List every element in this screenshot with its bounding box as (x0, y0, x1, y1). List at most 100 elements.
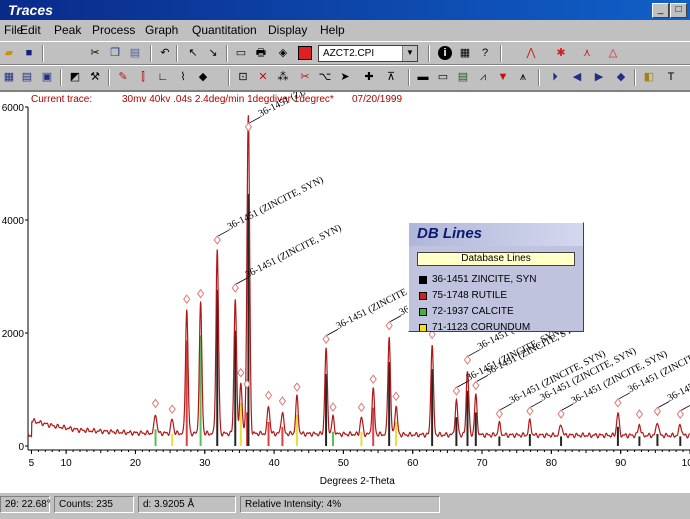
menu-process[interactable]: Process (92, 23, 135, 37)
toolbar-separator (428, 45, 430, 62)
y-tick-label: 6000 (2, 103, 25, 114)
undo-icon[interactable]: ↶ (158, 46, 172, 60)
y-tick-label: 4000 (2, 216, 25, 227)
x-axis-label: Degrees 2-Theta (320, 476, 395, 487)
status-relative-intensity: Relative Intensity: 4% (240, 496, 440, 513)
database-lines-button[interactable]: Database Lines (417, 252, 575, 266)
text-icon[interactable]: T (664, 70, 678, 84)
peak-marker (278, 396, 287, 406)
db-line-label: 71-1123 CORUNDUM (432, 322, 531, 332)
eraser-icon[interactable]: ◈ (276, 46, 290, 60)
peak-marker (293, 382, 301, 392)
menu-help[interactable]: Help (320, 23, 345, 37)
printer-icon[interactable]: ▬ (416, 70, 430, 84)
page-icon[interactable]: ▣ (40, 70, 54, 84)
print-icon[interactable]: 🖶 (254, 46, 268, 60)
db-lines-title: DB Lines (417, 225, 483, 242)
peak-marker (614, 397, 622, 408)
plot-area[interactable]: Current trace: 30mv 40kv .04s 2.4deg/min… (0, 91, 690, 492)
menu-graph[interactable]: Graph (145, 23, 178, 37)
peak-icon-1[interactable]: ⋀ (524, 46, 538, 60)
db-line-label: 75-1748 RUTILE (432, 290, 508, 301)
info-icon[interactable]: i (438, 46, 452, 60)
peak-marker (392, 391, 400, 402)
book-icon[interactable]: ◧ (642, 70, 656, 84)
box-icon[interactable]: ⊡ (236, 70, 250, 84)
menu-edit[interactable]: Edit (20, 23, 41, 37)
table-icon[interactable]: ▤ (20, 70, 34, 84)
trace-file-combo[interactable]: AZCT2.CPI ▼ (318, 45, 418, 62)
copy-icon[interactable]: ❐ (108, 46, 122, 60)
y-tick-label: 0 (18, 442, 24, 453)
step-icon-4[interactable]: ◆ (614, 70, 628, 84)
step-icon-3[interactable]: ▶ (592, 70, 606, 84)
toolbar-separator (108, 69, 110, 86)
wand-icon[interactable]: ⚒ (88, 70, 102, 84)
save-icon[interactable]: ■ (22, 46, 36, 60)
x-tick-label: 90 (615, 458, 627, 469)
axis-icon[interactable]: ∟ (156, 70, 170, 84)
open-icon[interactable]: ▰ (2, 46, 16, 60)
color-icon[interactable] (298, 46, 312, 60)
step-icon-1[interactable]: ⏵ (548, 70, 562, 84)
settings-icon[interactable]: ▦ (458, 46, 472, 60)
toolbar-main: ▰ ■ ✂ ❐ ▤ ↶ ↖ ↘ ▭ 🖶 ◈ AZCT2.CPI ▼ i ▦ ? … (0, 41, 690, 65)
chevron-down-icon[interactable]: ▼ (402, 46, 417, 61)
minimize-button[interactable]: _ (652, 3, 669, 18)
arrow-icon[interactable]: ➤ (338, 70, 352, 84)
marker-icon[interactable]: ◆ (196, 70, 210, 84)
status-bar: 2θ: 22.68° Counts: 235 d: 3.9205 Å Relat… (0, 492, 690, 519)
x-tick-label: 50 (338, 458, 350, 469)
line-icon[interactable]: ⌇ (176, 70, 190, 84)
delete-x-icon[interactable]: ✕ (256, 70, 270, 84)
grid-icon[interactable]: ▦ (2, 70, 16, 84)
peak-marker (264, 390, 273, 401)
x-tick-label: 60 (407, 458, 419, 469)
title-bar: Traces _ □ (0, 0, 690, 20)
x-tick-label: 5 (29, 458, 35, 469)
menu-quantitation[interactable]: Quantitation (192, 23, 257, 37)
bar-icon[interactable]: ⫿ (136, 70, 150, 84)
status-position: 2θ: 22.68° (0, 496, 51, 513)
peak-marker (322, 334, 330, 345)
chart-icon[interactable]: ◩ (68, 70, 82, 84)
zoom-in-icon[interactable]: ↖ (186, 46, 200, 60)
funnel-icon[interactable]: ▼ (496, 70, 510, 84)
xrd-chart[interactable]: 6000 4000 2000 05 10 20 30 40 50 60 70 80 90 100 Degre… (0, 92, 690, 492)
graph-icon[interactable]: ⩘ (476, 70, 490, 84)
peak-label-leader (500, 403, 512, 411)
pen-icon[interactable]: ✎ (116, 70, 130, 84)
split-icon[interactable]: ⊼ (384, 70, 398, 84)
warning-icon[interactable]: △ (606, 46, 620, 60)
flow-icon[interactable]: ⌥ (318, 70, 332, 84)
stack-icon[interactable]: ▤ (456, 70, 470, 84)
scale-icon[interactable]: ⩚ (516, 70, 530, 84)
peak-label-leader (658, 401, 670, 408)
peak-marker (168, 404, 176, 415)
step-icon-2[interactable]: ◀ (570, 70, 584, 84)
db-lines-panel[interactable]: DB Lines Database Lines 36-1451 ZINCITE,… (408, 222, 584, 332)
toolbar-separator (176, 45, 178, 62)
toolbar-separator (42, 45, 44, 62)
scissor-icon[interactable]: ✂ (298, 70, 312, 84)
tree-icon[interactable]: ⁂ (276, 70, 290, 84)
peak-label: 36-1451 (ZINCITE, SYN) (257, 92, 357, 120)
status-d-spacing: d: 3.9205 Å (138, 496, 236, 513)
window-title: Traces (8, 2, 53, 18)
cross-icon[interactable]: ✚ (362, 70, 376, 84)
screen-icon[interactable]: ▭ (436, 70, 450, 84)
menu-peak[interactable]: Peak (54, 23, 81, 37)
peak-marker (385, 320, 393, 331)
maximize-button[interactable]: □ (670, 3, 687, 18)
paste-icon[interactable]: ▤ (128, 46, 142, 60)
help-pointer-icon[interactable]: ? (478, 46, 492, 60)
menu-display[interactable]: Display (268, 23, 307, 37)
peak-icon-2[interactable]: ✱ (554, 46, 568, 60)
db-lines-header[interactable]: DB Lines (409, 223, 583, 246)
peak-label-leader (326, 328, 339, 336)
toolbar-separator (408, 69, 410, 86)
peak-icon-3[interactable]: ⋏ (580, 46, 594, 60)
cut-icon[interactable]: ✂ (88, 46, 102, 60)
window-icon[interactable]: ▭ (234, 46, 248, 60)
zoom-out-icon[interactable]: ↘ (206, 46, 220, 60)
